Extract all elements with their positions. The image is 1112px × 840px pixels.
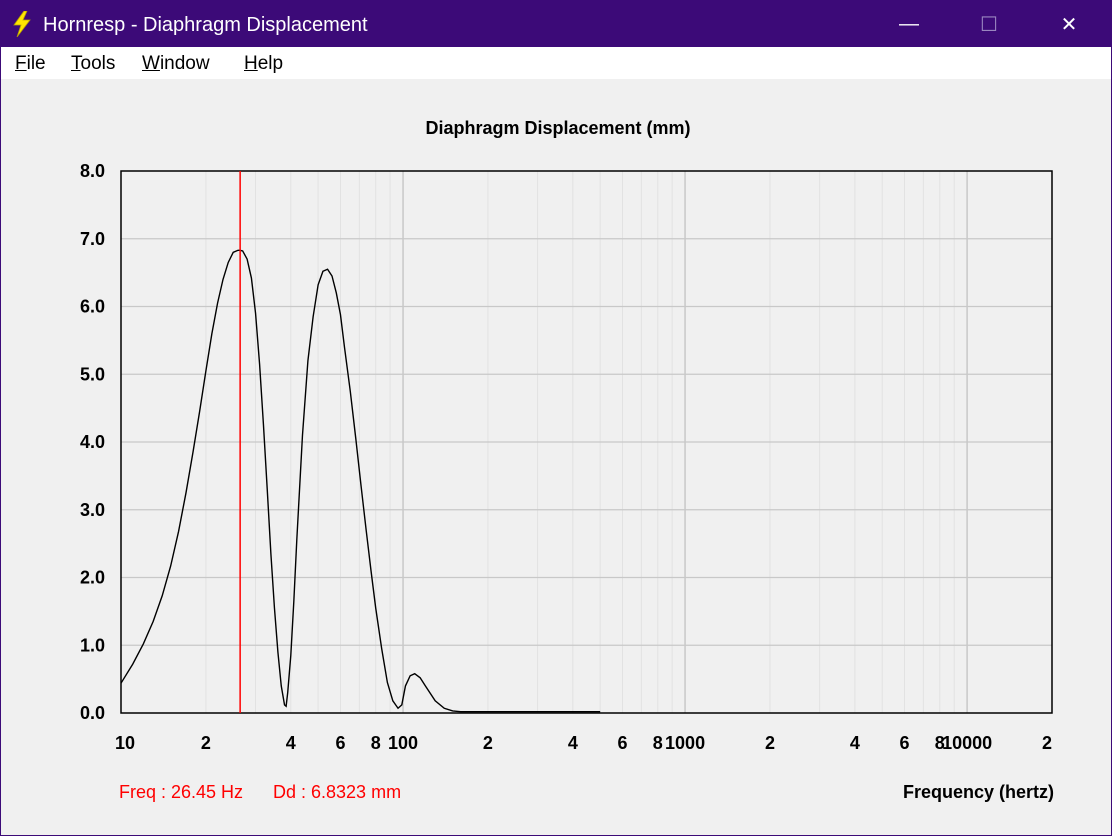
y-tick-label: 8.0 — [80, 161, 105, 181]
menu-bar: File Tools Window Help — [1, 47, 1111, 79]
x-tick-label: 2 — [483, 733, 493, 753]
lightning-bolt-icon — [13, 11, 31, 37]
x-tick-label: 2 — [1042, 733, 1052, 753]
dd-readout: Dd : 6.8323 mm — [273, 782, 401, 802]
y-tick-label: 5.0 — [80, 364, 105, 384]
x-tick-label: 4 — [850, 733, 860, 753]
chart-grid — [121, 171, 1052, 713]
chart-area[interactable]: Diaphragm Displacement (mm) 0.0 1.0 2.0 3.0… — [1, 79, 1111, 835]
y-axis-ticks: 0.0 1.0 2.0 3.0 4.0 5.0 6.0 7.0 8.0 — [80, 161, 105, 723]
app-window: Hornresp - Diaphragm Displacement — ☐ ✕ … — [0, 0, 1112, 836]
x-tick-label: 2 — [765, 733, 775, 753]
x-tick-label: 6 — [335, 733, 345, 753]
series-line — [120, 249, 601, 713]
y-tick-label: 2.0 — [80, 568, 105, 588]
y-tick-label: 7.0 — [80, 229, 105, 249]
menu-tools[interactable]: Tools — [71, 53, 115, 75]
x-tick-label: 10000 — [942, 733, 992, 753]
x-tick-label: 6 — [617, 733, 627, 753]
y-tick-label: 1.0 — [80, 635, 105, 655]
minimize-button[interactable]: — — [879, 1, 939, 47]
maximize-icon: ☐ — [980, 13, 998, 36]
y-tick-label: 0.0 — [80, 703, 105, 723]
menu-help[interactable]: Help — [244, 53, 283, 75]
y-tick-label: 6.0 — [80, 297, 105, 317]
x-tick-label: 6 — [900, 733, 910, 753]
x-tick-label: 8 — [653, 733, 663, 753]
x-tick-label: 100 — [388, 733, 418, 753]
y-tick-label: 4.0 — [80, 432, 105, 452]
close-button[interactable]: ✕ — [1039, 1, 1099, 47]
x-tick-label: 4 — [568, 733, 578, 753]
x-tick-label: 4 — [286, 733, 296, 753]
window-title: Hornresp - Diaphragm Displacement — [43, 14, 368, 36]
maximize-button[interactable]: ☐ — [959, 1, 1019, 47]
x-axis-label: Frequency (hertz) — [903, 782, 1054, 802]
chart-title: Diaphragm Displacement (mm) — [425, 118, 690, 138]
minimize-icon: — — [899, 12, 919, 35]
displacement-chart[interactable]: Diaphragm Displacement (mm) 0.0 1.0 2.0 3.0… — [1, 79, 1111, 835]
x-axis-ticks: 10 2 4 6 8 100 2 4 6 8 1000 2 4 6 810000 2 — [115, 733, 1052, 753]
close-icon: ✕ — [1060, 13, 1078, 36]
menu-window[interactable]: Window — [142, 53, 210, 75]
title-bar[interactable]: Hornresp - Diaphragm Displacement — ☐ ✕ — [1, 1, 1111, 47]
x-tick-label: 10 — [115, 733, 135, 753]
x-tick-label: 2 — [201, 733, 211, 753]
x-tick-label: 8 — [371, 733, 381, 753]
freq-readout: Freq : 26.45 Hz — [119, 782, 243, 802]
y-tick-label: 3.0 — [80, 500, 105, 520]
x-tick-label: 1000 — [665, 733, 705, 753]
menu-file[interactable]: File — [15, 53, 46, 75]
